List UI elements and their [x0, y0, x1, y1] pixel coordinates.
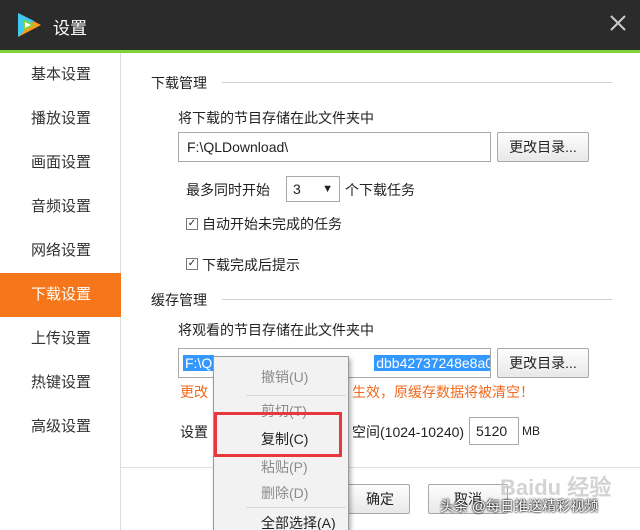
sidebar-item-hotkey[interactable]: 热键设置: [0, 361, 121, 405]
title-bar: 设置: [0, 0, 640, 50]
window-title: 设置: [53, 19, 87, 38]
close-icon[interactable]: [606, 11, 630, 35]
cache-warning-text: 生效，原缓存数据将被清空！: [352, 384, 534, 400]
context-menu-select-all[interactable]: 全部选择(A): [214, 509, 350, 530]
download-section-divider: [222, 82, 612, 83]
cache-path-selected-start: F:\Q: [183, 355, 215, 371]
context-menu-separator: [246, 395, 346, 396]
cache-warning-prefix: 更改: [180, 384, 208, 400]
download-folder-caption: 将下载的节目存储在此文件夹中: [178, 110, 374, 126]
sidebar-item-basic[interactable]: 基本设置: [0, 53, 121, 97]
sidebar-item-upload[interactable]: 上传设置: [0, 317, 121, 361]
notify-checkbox[interactable]: ✓: [186, 258, 198, 270]
auto-start-checkbox[interactable]: ✓: [186, 218, 198, 230]
cache-folder-caption: 将观看的节目存储在此文件夹中: [178, 322, 374, 338]
sidebar-item-picture[interactable]: 画面设置: [0, 141, 121, 185]
sidebar-item-audio[interactable]: 音频设置: [0, 185, 121, 229]
cache-size-label: 空间(1024-10240): [352, 424, 465, 440]
max-tasks-prefix: 最多同时开始: [186, 182, 270, 198]
sidebar-item-download[interactable]: 下载设置: [0, 273, 121, 317]
download-section-title: 下载管理: [151, 75, 207, 91]
cache-size-unit: MB: [522, 424, 540, 438]
auto-start-label: 自动开始未完成的任务: [202, 216, 342, 232]
cache-size-label-prefix: 设置: [180, 424, 208, 440]
context-menu-paste[interactable]: 粘贴(P): [214, 453, 350, 481]
max-tasks-select[interactable]: 3 ▼: [286, 176, 340, 202]
context-menu-separator: [246, 507, 346, 508]
context-menu-delete[interactable]: 删除(D): [214, 479, 350, 507]
sidebar-item-advanced[interactable]: 高级设置: [0, 405, 121, 449]
cache-section-title: 缓存管理: [151, 292, 207, 308]
cache-section-divider: [222, 299, 612, 300]
download-change-dir-button[interactable]: 更改目录...: [497, 132, 589, 162]
ok-button-label: 确定: [366, 491, 394, 507]
sidebar-item-playback[interactable]: 播放设置: [0, 97, 121, 141]
toutiao-watermark: 头条 @每日推送精彩视频: [440, 498, 599, 514]
footer-divider: [121, 467, 640, 468]
settings-sidebar: 基本设置 播放设置 画面设置 音频设置 网络设置 下载设置 上传设置 热键设置 …: [0, 53, 121, 530]
max-tasks-value: 3: [293, 181, 301, 197]
context-menu-undo[interactable]: 撤销(U): [214, 363, 350, 391]
sidebar-item-network[interactable]: 网络设置: [0, 229, 121, 273]
chevron-down-icon: ▼: [322, 183, 333, 195]
cache-change-dir-button[interactable]: 更改目录...: [497, 348, 589, 378]
notify-label: 下载完成后提示: [202, 257, 300, 273]
tencent-video-logo-icon: [18, 13, 41, 37]
cache-path-selected-end: dbb42737248e8a0: [374, 355, 490, 371]
copy-highlight-box: [214, 412, 342, 457]
cache-size-input[interactable]: 5120: [469, 417, 519, 445]
max-tasks-suffix: 个下载任务: [345, 182, 415, 198]
download-path-input[interactable]: F:\QLDownload\: [178, 132, 491, 162]
